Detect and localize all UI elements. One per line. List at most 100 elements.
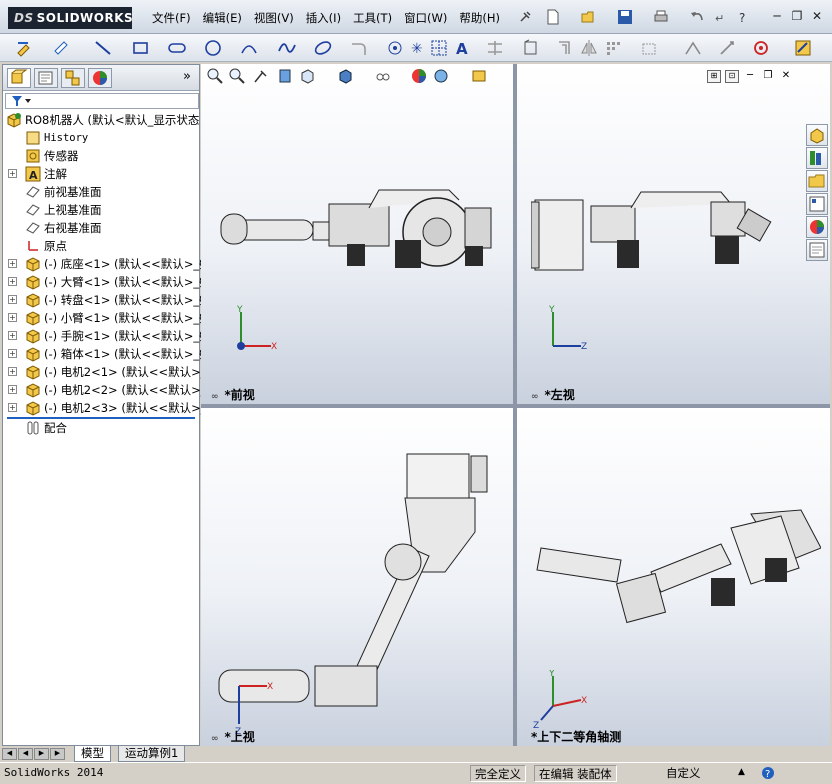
configuration-manager-tab-icon[interactable]: [61, 68, 85, 88]
tab-model[interactable]: 模型: [74, 746, 111, 762]
new-document-icon[interactable]: [544, 8, 562, 26]
menu-view[interactable]: 视图(V): [248, 8, 300, 28]
rapid-sketch-icon[interactable]: [752, 39, 770, 57]
tree-item[interactable]: + (-) 大臂<1> (默认<<默认>_§: [3, 273, 205, 291]
menu-tools[interactable]: 工具(T): [347, 8, 398, 28]
menu-window[interactable]: 窗口(W): [398, 8, 453, 28]
linear-pattern-icon[interactable]: [604, 39, 622, 57]
pin-icon[interactable]: [516, 8, 534, 26]
menu-insert[interactable]: 插入(I): [300, 8, 347, 28]
tree-item[interactable]: + (-) 电机2<2> (默认<<默认>_: [3, 381, 206, 399]
appearances-scenes-icon[interactable]: [806, 216, 828, 238]
expand-icon[interactable]: +: [8, 367, 17, 376]
move-entities-icon[interactable]: [640, 39, 658, 57]
feature-tree-tab-icon[interactable]: [7, 68, 31, 88]
fillet-icon[interactable]: [350, 39, 368, 57]
property-manager-tab-icon[interactable]: [34, 68, 58, 88]
ellipse-icon[interactable]: [314, 39, 332, 57]
display-style-icon[interactable]: [336, 67, 354, 85]
tree-item[interactable]: + A 注解: [3, 165, 199, 183]
text-icon[interactable]: A: [454, 39, 472, 57]
viewport-front[interactable]: Y X ∞ *前视: [201, 64, 513, 404]
tree-item[interactable]: 原点: [3, 237, 199, 255]
pane-minimize-icon[interactable]: ─: [743, 70, 757, 83]
solidworks-resources-icon[interactable]: [806, 124, 828, 146]
zoom-to-area-icon[interactable]: [228, 67, 246, 85]
previous-view-icon[interactable]: [252, 67, 270, 85]
trim-icon[interactable]: [486, 39, 504, 57]
undo-icon[interactable]: [688, 8, 706, 26]
next-tab-icon[interactable]: ▶: [34, 748, 49, 760]
custom-properties-icon[interactable]: [806, 239, 828, 261]
section-view-icon[interactable]: [276, 67, 294, 85]
design-library-icon[interactable]: [806, 147, 828, 169]
tree-item[interactable]: + (-) 手腕<1> (默认<<默认>_§: [3, 327, 205, 345]
zoom-to-fit-icon[interactable]: [206, 67, 224, 85]
filter-icon[interactable]: [12, 96, 32, 107]
print-icon[interactable]: [652, 8, 670, 26]
menu-file[interactable]: 文件(F): [146, 8, 197, 28]
tree-filter[interactable]: [5, 93, 199, 109]
pane-menu-icon[interactable]: ⊡: [725, 70, 739, 83]
expand-icon[interactable]: +: [8, 259, 17, 268]
tree-item[interactable]: 传感器: [3, 147, 199, 165]
hide-show-items-icon[interactable]: [374, 67, 392, 85]
help-icon[interactable]: ?: [734, 8, 752, 26]
view-orientation-icon[interactable]: [298, 67, 316, 85]
plane-icon[interactable]: [386, 39, 404, 57]
quick-tips-icon[interactable]: ?: [760, 765, 776, 781]
expand-icon[interactable]: +: [8, 313, 17, 322]
tree-item[interactable]: History: [3, 129, 199, 147]
display-manager-tab-icon[interactable]: [88, 68, 112, 88]
first-tab-icon[interactable]: ◀: [2, 748, 17, 760]
tree-item[interactable]: 前视基准面: [3, 183, 199, 201]
tree-item[interactable]: + (-) 电机2<1> (默认<<默认>_: [3, 363, 206, 381]
units-dropdown-icon[interactable]: ▲: [738, 767, 745, 777]
tree-item[interactable]: + (-) 小臂<1> (默认<<默认>_§: [3, 309, 205, 327]
prev-tab-icon[interactable]: ◀: [18, 748, 33, 760]
instant2d-icon[interactable]: [794, 39, 812, 57]
line-icon[interactable]: [94, 39, 112, 57]
open-icon[interactable]: [580, 8, 598, 26]
tree-root[interactable]: RO8机器人 (默认<默认_显示状态: [3, 111, 199, 129]
close-icon[interactable]: ✕: [808, 7, 826, 25]
save-icon[interactable]: [616, 8, 634, 26]
status-units[interactable]: 自定义: [662, 765, 705, 782]
view-palette-icon[interactable]: [806, 193, 828, 215]
expand-panel-icon[interactable]: »: [183, 69, 191, 84]
link-views-icon[interactable]: ⊞: [707, 70, 721, 83]
sketch-icon[interactable]: [16, 39, 34, 57]
solidworks-logo[interactable]: DS SOLIDWORKS: [8, 7, 133, 29]
tree-item[interactable]: 配合: [3, 419, 199, 437]
point-icon[interactable]: ✳: [408, 39, 426, 57]
minimize-icon[interactable]: ─: [768, 7, 786, 25]
viewport-left[interactable]: Y Z ∞ *左视: [517, 64, 830, 404]
edit-appearance-icon[interactable]: [410, 67, 428, 85]
repair-sketch-icon[interactable]: [718, 39, 736, 57]
tree-item[interactable]: + (-) 箱体<1> (默认<<默认>_§: [3, 345, 205, 363]
circle-icon[interactable]: [204, 39, 222, 57]
rebuild-icon[interactable]: ↵: [712, 8, 730, 26]
arc-icon[interactable]: [240, 39, 258, 57]
spline-icon[interactable]: [278, 39, 296, 57]
rectangle-icon[interactable]: [132, 39, 150, 57]
expand-icon[interactable]: +: [8, 331, 17, 340]
tree-item[interactable]: + (-) 底座<1> (默认<<默认>_§: [3, 255, 205, 273]
offset-icon[interactable]: [556, 39, 574, 57]
tree-item[interactable]: 上视基准面: [3, 201, 199, 219]
restore-icon[interactable]: ❐: [788, 7, 806, 25]
grid-icon[interactable]: [430, 39, 448, 57]
last-tab-icon[interactable]: ▶: [50, 748, 65, 760]
expand-icon[interactable]: +: [8, 169, 17, 178]
convert-entities-icon[interactable]: [522, 39, 540, 57]
expand-icon[interactable]: +: [8, 295, 17, 304]
tab-motion-study[interactable]: 运动算例1: [118, 746, 186, 762]
apply-scene-icon[interactable]: [432, 67, 450, 85]
smart-dimension-icon[interactable]: [52, 39, 70, 57]
view-settings-icon[interactable]: [470, 67, 488, 85]
graphics-area[interactable]: Y X ∞ *前视 Y Z ∞ *左视 X Z ∞ *上视 Y X Z *上下二…: [201, 64, 830, 746]
expand-icon[interactable]: +: [8, 403, 17, 412]
slot-icon[interactable]: [168, 39, 186, 57]
expand-icon[interactable]: +: [8, 277, 17, 286]
tree-item[interactable]: + (-) 转盘<1> (默认<<默认>_§: [3, 291, 205, 309]
